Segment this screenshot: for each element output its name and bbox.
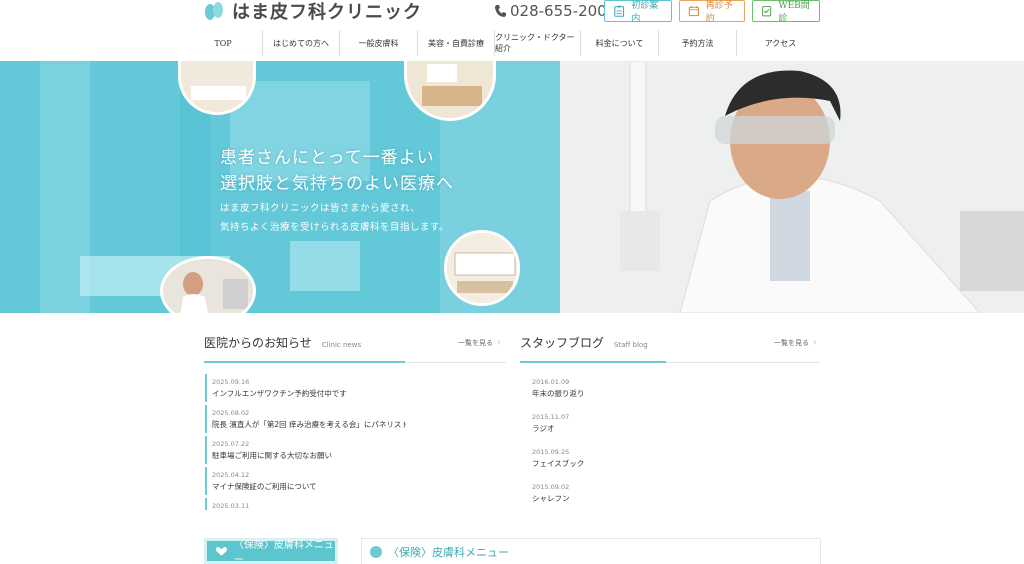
blog-date: 2015.09.25	[532, 448, 570, 456]
heart-hands-icon	[215, 546, 227, 556]
form-check-icon	[762, 6, 772, 17]
news-heading-jp: 医院からのお知らせ	[204, 336, 312, 350]
blog-title[interactable]: フェイスブック	[532, 458, 732, 470]
news-heading: 医院からのお知らせ Clinic news	[204, 334, 361, 351]
blog-item[interactable]: 2016.01.09 年末の振り返り	[532, 374, 732, 409]
news-date: 2025.08.02	[212, 409, 250, 417]
hero-subtext-line-2: 気持ちよく治療を受けられる皮膚科を目指します。	[220, 222, 450, 233]
blog-date: 2016.01.09	[532, 378, 570, 386]
news-title[interactable]: インフルエンザワクチン予約受付中です	[212, 388, 406, 400]
blog-item[interactable]: 2015.11.07 ラジオ	[532, 409, 732, 444]
nav-item[interactable]: TOP	[184, 30, 262, 56]
web-questionnaire-button[interactable]: WEB問診	[752, 0, 820, 24]
phone-text: 028-655-2001	[510, 2, 617, 20]
news-heading-en: Clinic news	[321, 341, 362, 349]
circle-icon	[370, 545, 382, 558]
nav-item[interactable]: アクセス	[736, 30, 824, 56]
logo-leaf-icon	[205, 2, 223, 20]
blog-heading-jp: スタッフブログ	[520, 336, 605, 350]
blog-item[interactable]: 2015.09.02 シャレフン	[532, 479, 732, 514]
insurance-menu-tab-label: 〈保険〉皮膚科メニュー	[233, 540, 334, 564]
news-list: 2025.09.16 インフルエンザワクチン予約受付中です 2025.08.02 院長…	[205, 374, 406, 510]
nav-item[interactable]: 一般皮膚科	[339, 30, 417, 56]
logo-text: はま皮フ科クリニック	[232, 2, 422, 23]
news-title[interactable]: マイナ保険証のご利用について	[212, 481, 406, 493]
nav-item[interactable]: 予約方法	[658, 30, 736, 56]
hero-subtext-line-1: はま皮フ科クリニックは皆さまから愛され、	[220, 203, 421, 214]
news-date: 2025.09.16	[212, 378, 250, 386]
blog-more-link[interactable]: 一覧を見る ›	[774, 338, 817, 348]
calendar-icon	[688, 5, 699, 17]
blog-title[interactable]: シャレフン	[532, 493, 732, 505]
insurance-menu-heading: 〈保険〉皮膚科メニュー	[361, 538, 821, 564]
hero-subtext: はま皮フ科クリニックは皆さまから愛され、 気持ちよく治療を受けられる皮膚科を目指…	[220, 199, 449, 237]
nav-item[interactable]: 美容・自費診療	[417, 30, 494, 56]
news-date: 2025.03.11	[212, 502, 250, 510]
hero-doctor-image	[560, 61, 1024, 313]
first-visit-label: 初診案内	[631, 1, 659, 24]
news-item[interactable]: 2025.08.02 院長 濱直人が「第2回 痒み治療を考える会」にパネリストとし…	[205, 405, 406, 433]
hero-headline-line-2: 選択肢と気持ちのよい医療へ	[220, 174, 454, 194]
news-date: 2025.07.22	[212, 440, 250, 448]
hero-headline-line-1: 患者さんにとって一番よい	[220, 148, 435, 168]
news-more-link[interactable]: 一覧を見る ›	[458, 338, 501, 348]
blog-heading-en: Staff blog	[614, 341, 648, 349]
blog-title[interactable]: 年末の振り返り	[532, 388, 732, 400]
news-title[interactable]: 駐車場ご利用に関する大切なお願い	[212, 450, 406, 462]
news-item[interactable]: 2025.03.11院長が製薬会社社員さん対象に講義開催	[205, 498, 406, 510]
first-visit-button[interactable]: 初診案内	[604, 0, 672, 24]
news-more-label: 一覧を見る	[458, 339, 493, 347]
hero-circle-waiting-room-image	[444, 230, 520, 306]
nav-item[interactable]: クリニック・ドクター紹介	[494, 30, 580, 56]
insurance-menu-tab[interactable]: 〈保険〉皮膚科メニュー	[204, 538, 338, 564]
blog-list: 2016.01.09 年末の振り返り 2015.11.07 ラジオ 2015.09.25…	[532, 374, 732, 514]
news-item[interactable]: 2025.07.22 駐車場ご利用に関する大切なお願い	[205, 436, 406, 464]
chevron-right-icon: ›	[497, 338, 501, 348]
blog-date: 2015.11.07	[532, 413, 570, 421]
phone-icon	[495, 5, 506, 17]
news-title[interactable]: 院長 濱直人が「第2回 痒み治療を考える会」にパネリストとして参加しました	[212, 419, 406, 431]
hero-headline: 患者さんにとって一番よい 選択肢と気持ちのよい医療へ	[220, 145, 454, 197]
return-visit-button[interactable]: 再診予約	[679, 0, 745, 24]
insurance-menu-heading-label: 〈保険〉皮膚科メニュー	[388, 545, 509, 559]
hero-banner: 患者さんにとって一番よい 選択肢と気持ちのよい医療へ はま皮フ科クリニックは皆さ…	[0, 61, 1024, 313]
news-divider-accent	[204, 361, 405, 363]
main-nav: TOP はじめての方へ 一般皮膚科 美容・自費診療 クリニック・ドクター紹介 料金について…	[184, 30, 824, 56]
blog-divider-accent	[520, 361, 666, 363]
site-header: はま皮フ科クリニック 028-655-2001 初診案内 再診予約 WEB問診	[0, 0, 1024, 60]
blog-heading: スタッフブログ Staff blog	[520, 334, 648, 351]
blog-title[interactable]: ラジオ	[532, 423, 732, 435]
news-date: 2025.04.12	[212, 471, 250, 479]
phone-number[interactable]: 028-655-2001	[494, 2, 616, 20]
web-questionnaire-label: WEB問診	[778, 1, 810, 24]
nav-item[interactable]: はじめての方へ	[262, 30, 339, 56]
nav-item[interactable]: 料金について	[580, 30, 658, 56]
news-item[interactable]: 2025.04.12 マイナ保険証のご利用について	[205, 467, 406, 495]
blog-item[interactable]: 2015.09.25 フェイスブック	[532, 444, 732, 479]
site-logo[interactable]: はま皮フ科クリニック	[204, 0, 422, 23]
news-item[interactable]: 2025.09.16 インフルエンザワクチン予約受付中です	[205, 374, 406, 402]
blog-more-label: 一覧を見る	[774, 339, 809, 347]
chevron-right-icon: ›	[813, 338, 817, 348]
return-visit-label: 再診予約	[705, 1, 733, 24]
clipboard-icon	[614, 5, 625, 17]
blog-date: 2015.09.02	[532, 483, 570, 491]
